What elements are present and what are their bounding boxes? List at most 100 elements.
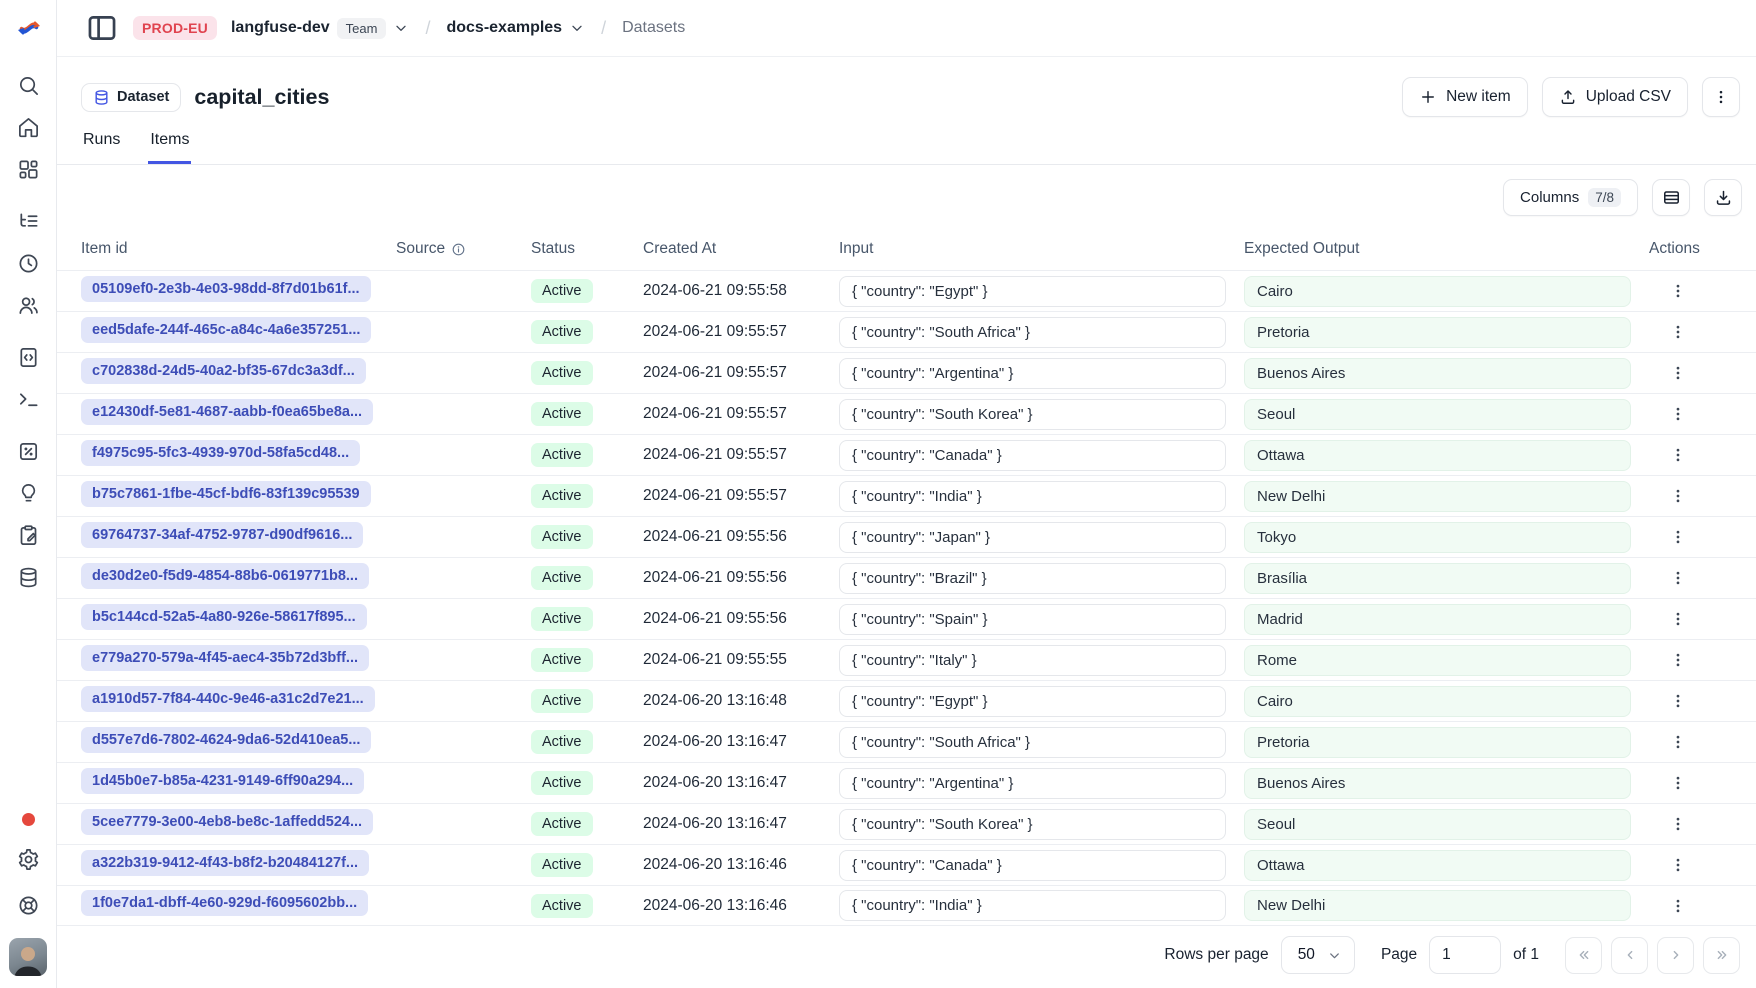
home-icon[interactable] bbox=[15, 114, 41, 140]
expected-output-cell[interactable]: Ottawa bbox=[1244, 440, 1631, 471]
export-download-button[interactable] bbox=[1704, 179, 1742, 216]
percent-box-icon[interactable] bbox=[15, 438, 41, 464]
row-height-button[interactable] bbox=[1652, 179, 1690, 216]
breadcrumb-project[interactable]: docs-examples bbox=[446, 19, 585, 37]
input-cell[interactable]: { "country": "Canada" } bbox=[839, 850, 1226, 881]
input-cell[interactable]: { "country": "Italy" } bbox=[839, 645, 1226, 676]
record-dot[interactable] bbox=[22, 813, 35, 826]
trace-tree-icon[interactable] bbox=[15, 208, 41, 234]
row-actions-menu-button[interactable] bbox=[1663, 645, 1693, 675]
breadcrumb-org[interactable]: langfuse-dev Team bbox=[231, 18, 409, 39]
row-actions-menu-button[interactable] bbox=[1663, 809, 1693, 839]
row-actions-menu-button[interactable] bbox=[1663, 276, 1693, 306]
table-header-row: Item id Source Status Created At Input E… bbox=[57, 228, 1756, 270]
row-actions-menu-button[interactable] bbox=[1663, 686, 1693, 716]
item-id-link[interactable]: c702838d-24d5-40a2-bf35-67dc3a3df... bbox=[81, 358, 366, 384]
input-cell[interactable]: { "country": "Argentina" } bbox=[839, 768, 1226, 799]
item-id-link[interactable]: e12430df-5e81-4687-aabb-f0ea65be8a... bbox=[81, 399, 373, 425]
chevron-down-icon[interactable] bbox=[393, 20, 409, 36]
chevron-down-icon[interactable] bbox=[569, 20, 585, 36]
expected-output-cell[interactable]: Rome bbox=[1244, 645, 1631, 676]
input-cell[interactable]: { "country": "Brazil" } bbox=[839, 563, 1226, 594]
input-cell[interactable]: { "country": "Canada" } bbox=[839, 440, 1226, 471]
next-page-button[interactable] bbox=[1657, 937, 1694, 974]
expected-output-cell[interactable]: Pretoria bbox=[1244, 727, 1631, 758]
input-cell[interactable]: { "country": "India" } bbox=[839, 890, 1226, 921]
expected-output-cell[interactable]: Ottawa bbox=[1244, 850, 1631, 881]
item-id-link[interactable]: e779a270-579a-4f45-aec4-35b72d3bff... bbox=[81, 645, 369, 671]
previous-page-button[interactable] bbox=[1611, 937, 1648, 974]
item-id-link[interactable]: 69764737-34af-4752-9787-d90df9616... bbox=[81, 522, 363, 548]
input-cell[interactable]: { "country": "Egypt" } bbox=[839, 686, 1226, 717]
row-actions-menu-button[interactable] bbox=[1663, 563, 1693, 593]
item-id-link[interactable]: de30d2e0-f5d9-4854-88b6-0619771b8... bbox=[81, 563, 369, 589]
expected-output-cell[interactable]: Madrid bbox=[1244, 604, 1631, 635]
item-id-link[interactable]: a1910d57-7f84-440c-9e46-a31c2d7e21... bbox=[81, 686, 375, 712]
item-id-link[interactable]: f4975c95-5fc3-4939-970d-58fa5cd48... bbox=[81, 440, 360, 466]
row-actions-menu-button[interactable] bbox=[1663, 358, 1693, 388]
terminal-icon[interactable] bbox=[15, 386, 41, 412]
search-icon[interactable] bbox=[15, 72, 41, 98]
input-cell[interactable]: { "country": "Spain" } bbox=[839, 604, 1226, 635]
input-cell[interactable]: { "country": "South Africa" } bbox=[839, 727, 1226, 758]
page-number-input[interactable] bbox=[1429, 936, 1501, 974]
row-actions-menu-button[interactable] bbox=[1663, 440, 1693, 470]
tab-items[interactable]: Items bbox=[148, 127, 191, 164]
item-id-link[interactable]: 1f0e7da1-dbff-4e60-929d-f6095602bb... bbox=[81, 890, 368, 916]
lightbulb-icon[interactable] bbox=[15, 480, 41, 506]
row-actions-menu-button[interactable] bbox=[1663, 481, 1693, 511]
input-cell[interactable]: { "country": "India" } bbox=[839, 481, 1226, 512]
new-item-button[interactable]: New item bbox=[1402, 77, 1528, 117]
columns-button[interactable]: Columns 7/8 bbox=[1503, 179, 1638, 216]
expected-output-cell[interactable]: Pretoria bbox=[1244, 317, 1631, 348]
expected-output-cell[interactable]: New Delhi bbox=[1244, 890, 1631, 921]
expected-output-cell[interactable]: Buenos Aires bbox=[1244, 768, 1631, 799]
clipboard-pen-icon[interactable] bbox=[15, 522, 41, 548]
item-id-link[interactable]: d557e7d6-7802-4624-9da6-52d410ea5... bbox=[81, 727, 371, 753]
users-icon[interactable] bbox=[15, 292, 41, 318]
item-id-link[interactable]: 05109ef0-2e3b-4e03-98dd-8f7d01b61f... bbox=[81, 276, 371, 302]
row-actions-menu-button[interactable] bbox=[1663, 522, 1693, 552]
rows-per-page-select[interactable]: 50 bbox=[1281, 936, 1355, 974]
tab-runs[interactable]: Runs bbox=[81, 127, 122, 164]
support-lifebuoy-icon[interactable] bbox=[15, 892, 41, 918]
input-cell[interactable]: { "country": "South Korea" } bbox=[839, 809, 1226, 840]
item-id-link[interactable]: 1d45b0e7-b85a-4231-9149-6ff90a294... bbox=[81, 768, 364, 794]
row-actions-menu-button[interactable] bbox=[1663, 399, 1693, 429]
row-actions-menu-button[interactable] bbox=[1663, 317, 1693, 347]
input-cell[interactable]: { "country": "South Korea" } bbox=[839, 399, 1226, 430]
expected-output-cell[interactable]: Brasília bbox=[1244, 563, 1631, 594]
item-id-link[interactable]: eed5dafe-244f-465c-a84c-4a6e357251... bbox=[81, 317, 371, 343]
dashboard-grid-icon[interactable] bbox=[15, 156, 41, 182]
expected-output-cell[interactable]: New Delhi bbox=[1244, 481, 1631, 512]
dataset-more-menu-button[interactable] bbox=[1702, 77, 1740, 117]
clock-icon[interactable] bbox=[15, 250, 41, 276]
item-id-link[interactable]: 5cee7779-3e00-4eb8-be8c-1affedd524... bbox=[81, 809, 373, 835]
expected-output-cell[interactable]: Seoul bbox=[1244, 809, 1631, 840]
expected-output-cell[interactable]: Cairo bbox=[1244, 276, 1631, 307]
input-cell[interactable]: { "country": "Argentina" } bbox=[839, 358, 1226, 389]
upload-csv-button[interactable]: Upload CSV bbox=[1542, 77, 1688, 117]
row-actions-menu-button[interactable] bbox=[1663, 604, 1693, 634]
settings-gear-icon[interactable] bbox=[15, 846, 41, 872]
last-page-button[interactable] bbox=[1703, 937, 1740, 974]
expected-output-cell[interactable]: Seoul bbox=[1244, 399, 1631, 430]
input-cell[interactable]: { "country": "Egypt" } bbox=[839, 276, 1226, 307]
expected-output-cell[interactable]: Tokyo bbox=[1244, 522, 1631, 553]
row-actions-menu-button[interactable] bbox=[1663, 768, 1693, 798]
input-cell[interactable]: { "country": "South Africa" } bbox=[839, 317, 1226, 348]
first-page-button[interactable] bbox=[1565, 937, 1602, 974]
item-id-link[interactable]: b5c144cd-52a5-4a80-926e-58617f895... bbox=[81, 604, 367, 630]
row-actions-menu-button[interactable] bbox=[1663, 727, 1693, 757]
expected-output-cell[interactable]: Cairo bbox=[1244, 686, 1631, 717]
code-file-icon[interactable] bbox=[15, 344, 41, 370]
sidebar-toggle-icon[interactable] bbox=[85, 11, 119, 45]
database-icon[interactable] bbox=[15, 564, 41, 590]
input-cell[interactable]: { "country": "Japan" } bbox=[839, 522, 1226, 553]
user-avatar[interactable] bbox=[9, 938, 47, 976]
item-id-link[interactable]: a322b319-9412-4f43-b8f2-b20484127f... bbox=[81, 850, 369, 876]
row-actions-menu-button[interactable] bbox=[1663, 891, 1693, 921]
row-actions-menu-button[interactable] bbox=[1663, 850, 1693, 880]
expected-output-cell[interactable]: Buenos Aires bbox=[1244, 358, 1631, 389]
item-id-link[interactable]: b75c7861-1fbe-45cf-bdf6-83f139c95539 bbox=[81, 481, 371, 507]
